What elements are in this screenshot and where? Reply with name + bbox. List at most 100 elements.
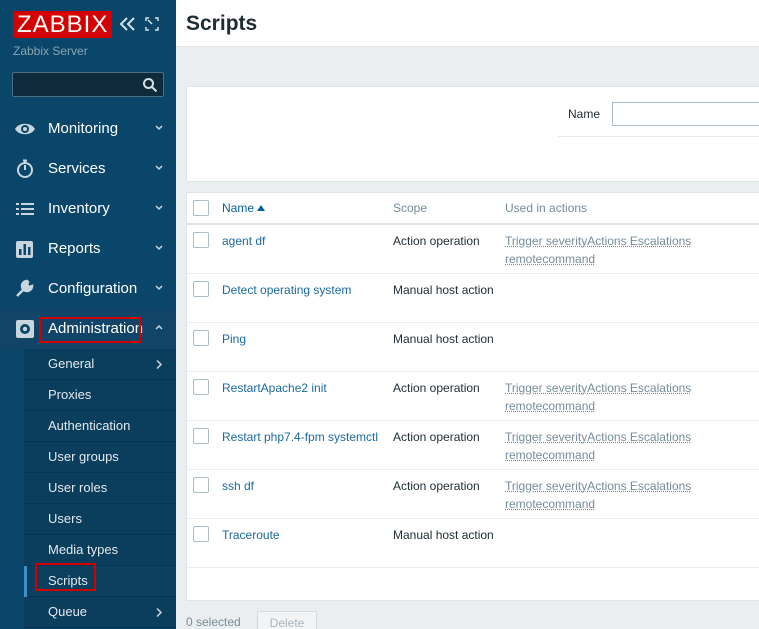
chevron-right-icon — [156, 359, 163, 370]
menu-item-reports[interactable]: Reports — [0, 229, 176, 269]
scope-cell: Action operation — [393, 371, 505, 421]
actions-cell — [505, 322, 759, 372]
actions-cell: Trigger severityActions Escalations remot… — [505, 224, 759, 274]
submenu-label: Users — [48, 511, 82, 526]
delete-button[interactable]: Delete — [257, 611, 317, 629]
zabbix-logo[interactable]: ZABBIX — [13, 11, 113, 38]
scope-cell: Manual host action — [393, 273, 505, 323]
row-checkbox[interactable] — [193, 525, 209, 542]
actions-cell: Trigger severityActions Escalations remot… — [505, 420, 759, 470]
stopwatch-icon — [17, 159, 33, 178]
submenu-item-queue[interactable]: Queue — [24, 597, 176, 628]
wrench-icon — [16, 279, 34, 297]
divider — [558, 136, 759, 137]
table-row: Ping Manual host action — [187, 322, 759, 372]
submenu-label: Media types — [48, 542, 119, 557]
page-header: Scripts — [176, 0, 759, 47]
submenu-item-proxies[interactable]: Proxies — [24, 380, 176, 411]
sidebar-search-input[interactable] — [13, 73, 139, 96]
scope-cell: Manual host action — [393, 518, 505, 568]
menu-item-inventory[interactable]: Inventory — [0, 189, 176, 229]
selected-count: 0 selected — [186, 615, 241, 629]
chevron-down-icon — [155, 125, 163, 131]
scripts-table: Name Scope Used in actions agent df Acti… — [186, 192, 759, 601]
script-name-link[interactable]: RestartApache2 init — [222, 381, 327, 395]
eye-icon — [15, 123, 35, 135]
submenu-item-authentication[interactable]: Authentication — [24, 411, 176, 442]
menu-item-administration[interactable]: Administration — [0, 309, 176, 349]
submenu-item-user-groups[interactable]: User groups — [24, 442, 176, 473]
submenu-label: Authentication — [48, 418, 131, 433]
row-checkbox[interactable] — [193, 280, 209, 297]
collapse-sidebar-icon[interactable] — [118, 14, 136, 34]
page-title: Scripts — [186, 12, 258, 35]
menu-label: Services — [48, 160, 106, 177]
action-link[interactable]: Trigger severityActions Escalations — [505, 479, 691, 493]
submenu-item-general[interactable]: General — [24, 349, 176, 380]
submenu-label: Queue — [48, 604, 88, 619]
action-link[interactable]: Trigger severityActions Escalations — [505, 430, 691, 444]
sort-ascending-icon — [257, 205, 266, 211]
select-all-checkbox[interactable] — [193, 199, 209, 216]
action-link[interactable]: remotecommand — [505, 399, 595, 413]
actions-cell — [505, 273, 759, 323]
search-icon[interactable] — [142, 77, 158, 93]
submenu-item-scripts[interactable]: Scripts — [24, 563, 176, 597]
script-name-link[interactable]: Restart php7.4-fpm systemctl — [222, 430, 378, 444]
row-checkbox[interactable] — [193, 476, 209, 493]
chevron-up-icon — [155, 324, 163, 330]
submenu-label: User groups — [48, 449, 119, 464]
table-row: agent df Action operation Trigger severi… — [187, 224, 759, 274]
row-checkbox[interactable] — [193, 329, 209, 346]
script-name-link[interactable]: Traceroute — [222, 528, 280, 542]
chevron-right-icon — [156, 607, 163, 618]
action-link[interactable]: Trigger severityActions Escalations — [505, 234, 691, 248]
row-checkbox[interactable] — [193, 232, 209, 248]
menu-item-monitoring[interactable]: Monitoring — [0, 109, 176, 149]
filter-panel: Name — [186, 86, 759, 182]
table-row: ssh df Action operation Trigger severity… — [187, 469, 759, 519]
table-row: Restart php7.4-fpm systemctl Action oper… — [187, 420, 759, 470]
actions-cell — [505, 518, 759, 568]
menu-label: Monitoring — [48, 120, 119, 137]
scope-cell: Action operation — [393, 420, 505, 470]
chevron-down-icon — [155, 205, 163, 211]
menu-item-configuration[interactable]: Configuration — [0, 269, 176, 309]
active-marker — [24, 566, 27, 597]
menu-label: Reports — [48, 240, 101, 257]
chevron-down-icon — [155, 245, 163, 251]
actions-cell: Trigger severityActions Escalations remot… — [505, 371, 759, 421]
action-link[interactable]: remotecommand — [505, 448, 595, 462]
main-content: Scripts Name Name Scope Used in actions — [176, 0, 759, 629]
script-name-link[interactable]: agent df — [222, 234, 265, 248]
row-checkbox[interactable] — [193, 378, 209, 395]
column-header-scope: Scope — [393, 193, 505, 225]
script-name-link[interactable]: ssh df — [222, 479, 254, 493]
server-name: Zabbix Server — [13, 44, 88, 58]
submenu-item-media-types[interactable]: Media types — [24, 535, 176, 566]
action-link[interactable]: remotecommand — [505, 497, 595, 511]
submenu-item-users[interactable]: Users — [24, 504, 176, 535]
script-name-link[interactable]: Detect operating system — [222, 283, 351, 297]
table-footer: 0 selected Delete — [186, 610, 759, 629]
filter-name-input[interactable] — [612, 102, 759, 126]
scope-cell: Action operation — [393, 224, 505, 274]
sidebar: ZABBIX Zabbix Server Monitoring Services… — [0, 0, 176, 629]
submenu-item-user-roles[interactable]: User roles — [24, 473, 176, 504]
action-link[interactable]: remotecommand — [505, 252, 595, 266]
column-header-name[interactable]: Name — [222, 193, 393, 225]
highlight-box — [39, 317, 141, 343]
menu-label: Configuration — [48, 280, 138, 297]
filter-name-label: Name — [568, 107, 601, 121]
table-row: Traceroute Manual host action — [187, 518, 759, 568]
table-row: RestartApache2 init Action operation Tri… — [187, 371, 759, 421]
bar-chart-icon — [16, 241, 33, 258]
submenu-label: General — [48, 356, 95, 371]
menu-item-services[interactable]: Services — [0, 149, 176, 189]
row-checkbox[interactable] — [193, 427, 209, 444]
table-header-row: Name Scope Used in actions — [187, 193, 759, 225]
action-link[interactable]: Trigger severityActions Escalations — [505, 381, 691, 395]
kiosk-mode-icon[interactable] — [144, 15, 160, 33]
column-header-used-in-actions: Used in actions — [505, 193, 759, 225]
script-name-link[interactable]: Ping — [222, 332, 246, 346]
